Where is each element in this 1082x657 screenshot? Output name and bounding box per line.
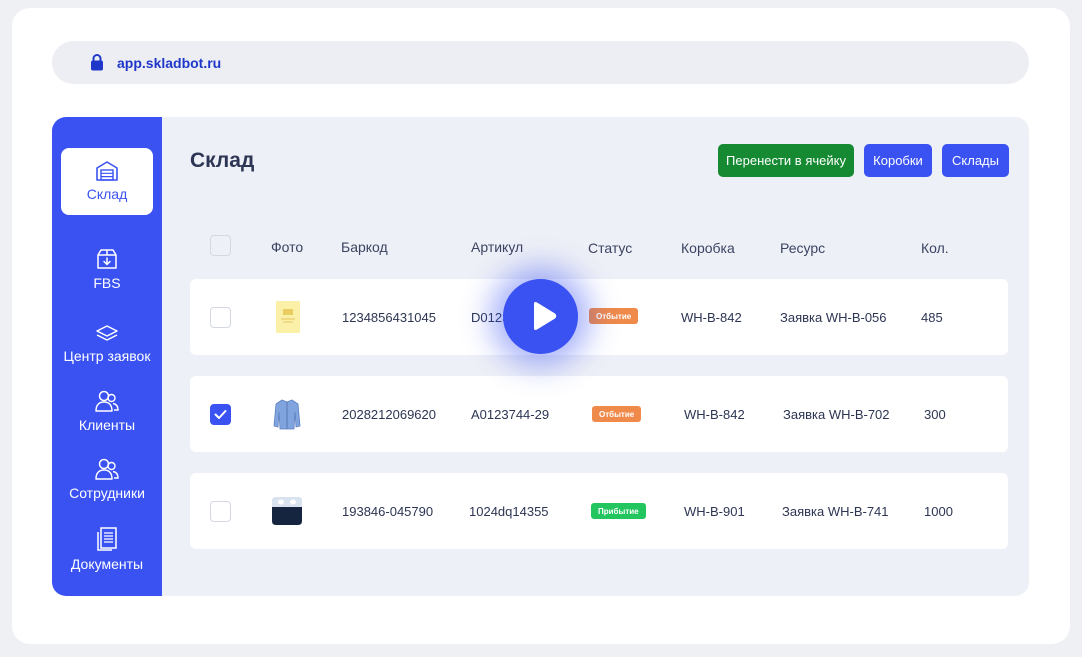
qty-cell: 300 xyxy=(924,407,946,422)
yellow-card-image xyxy=(276,301,300,333)
documents-icon xyxy=(97,527,117,551)
column-header: Кол. xyxy=(921,240,949,256)
sidebar-item-clients[interactable]: Клиенты xyxy=(52,389,162,433)
main-content: Склад Перенести в ячейку Коробки Склады … xyxy=(162,117,1029,596)
lock-icon xyxy=(91,54,103,71)
move-to-cell-button[interactable]: Перенести в ячейку xyxy=(718,144,854,177)
sidebar-item-label: Документы xyxy=(70,556,144,572)
sidebar-item-fbs[interactable]: FBS xyxy=(52,247,162,291)
column-header: Ресурс xyxy=(780,240,826,256)
earbuds-case-image xyxy=(272,497,302,525)
play-icon xyxy=(534,302,557,330)
url-text: app.skladbot.ru xyxy=(117,55,222,71)
article-cell: 1024dq14355 xyxy=(469,504,549,519)
box-cell: WH-B-842 xyxy=(681,310,742,325)
row-checkbox-checked[interactable] xyxy=(210,404,231,425)
app-window: Склад FBS Центр заявок Клиенты Сотрудник… xyxy=(52,117,1029,596)
column-header: Статус xyxy=(588,240,633,256)
sidebar-item-label: FBS xyxy=(93,275,121,291)
sidebar-item-documents[interactable]: Документы xyxy=(52,526,162,572)
row-checkbox[interactable] xyxy=(210,501,231,522)
sidebar-item-label: Центр заявок xyxy=(63,348,151,364)
boxes-button[interactable]: Коробки xyxy=(864,144,932,177)
table-row[interactable]: 193846-045790 1024dq14355 Прибытие WH-B-… xyxy=(190,473,1008,549)
table-header: Фото Баркод Артикул Статус Коробка Ресур… xyxy=(162,235,1029,261)
box-cell: WH-B-842 xyxy=(684,407,745,422)
blue-shirt-image xyxy=(273,399,301,430)
table-row[interactable]: 1234856431045 D0123LLL Отбытие WH-B-842 … xyxy=(190,279,1008,355)
sidebar-item-requests[interactable]: Центр заявок xyxy=(52,324,162,364)
users-icon xyxy=(95,390,119,412)
status-badge: Отбытие xyxy=(589,308,639,324)
warehouses-button[interactable]: Склады xyxy=(942,144,1009,177)
status-badge: Отбытие xyxy=(592,406,642,422)
select-all-checkbox[interactable] xyxy=(210,235,231,256)
resource-cell: Заявка WH-B-056 xyxy=(780,310,887,325)
sidebar-item-employees[interactable]: Сотрудники xyxy=(52,457,162,501)
table-row[interactable]: 2028212069620 A0123744-29 Отбытие WH-B-8… xyxy=(190,376,1008,452)
employees-icon xyxy=(95,458,119,480)
status-badge: Прибытие xyxy=(591,503,646,519)
sidebar-item-label: Клиенты xyxy=(78,417,136,433)
box-download-icon xyxy=(97,249,117,269)
sidebar: Склад FBS Центр заявок Клиенты Сотрудник… xyxy=(52,117,162,596)
qty-cell: 485 xyxy=(921,310,943,325)
column-header: Баркод xyxy=(341,239,388,255)
resource-cell: Заявка WH-B-741 xyxy=(782,504,889,519)
qty-cell: 1000 xyxy=(924,504,953,519)
sidebar-item-label: Склад xyxy=(86,186,128,202)
warehouse-icon xyxy=(96,161,118,181)
box-cell: WH-B-901 xyxy=(684,504,745,519)
row-checkbox[interactable] xyxy=(210,307,231,328)
barcode-cell: 193846-045790 xyxy=(342,504,434,519)
layers-icon xyxy=(96,325,118,341)
checkmark-icon xyxy=(214,410,227,419)
barcode-cell: 1234856431045 xyxy=(342,310,436,325)
sidebar-item-label: Сотрудники xyxy=(69,485,145,501)
barcode-cell: 2028212069620 xyxy=(342,407,436,422)
article-cell: A0123744-29 xyxy=(471,407,550,422)
sidebar-item-warehouse[interactable]: Склад xyxy=(61,148,153,215)
column-header: Фото xyxy=(271,239,304,255)
column-header: Артикул xyxy=(471,239,524,255)
column-header: Коробка xyxy=(681,240,735,256)
address-bar[interactable]: app.skladbot.ru xyxy=(52,41,1029,84)
video-play-button[interactable] xyxy=(503,279,578,354)
resource-cell: Заявка WH-B-702 xyxy=(783,407,890,422)
page-title: Склад xyxy=(190,149,255,172)
